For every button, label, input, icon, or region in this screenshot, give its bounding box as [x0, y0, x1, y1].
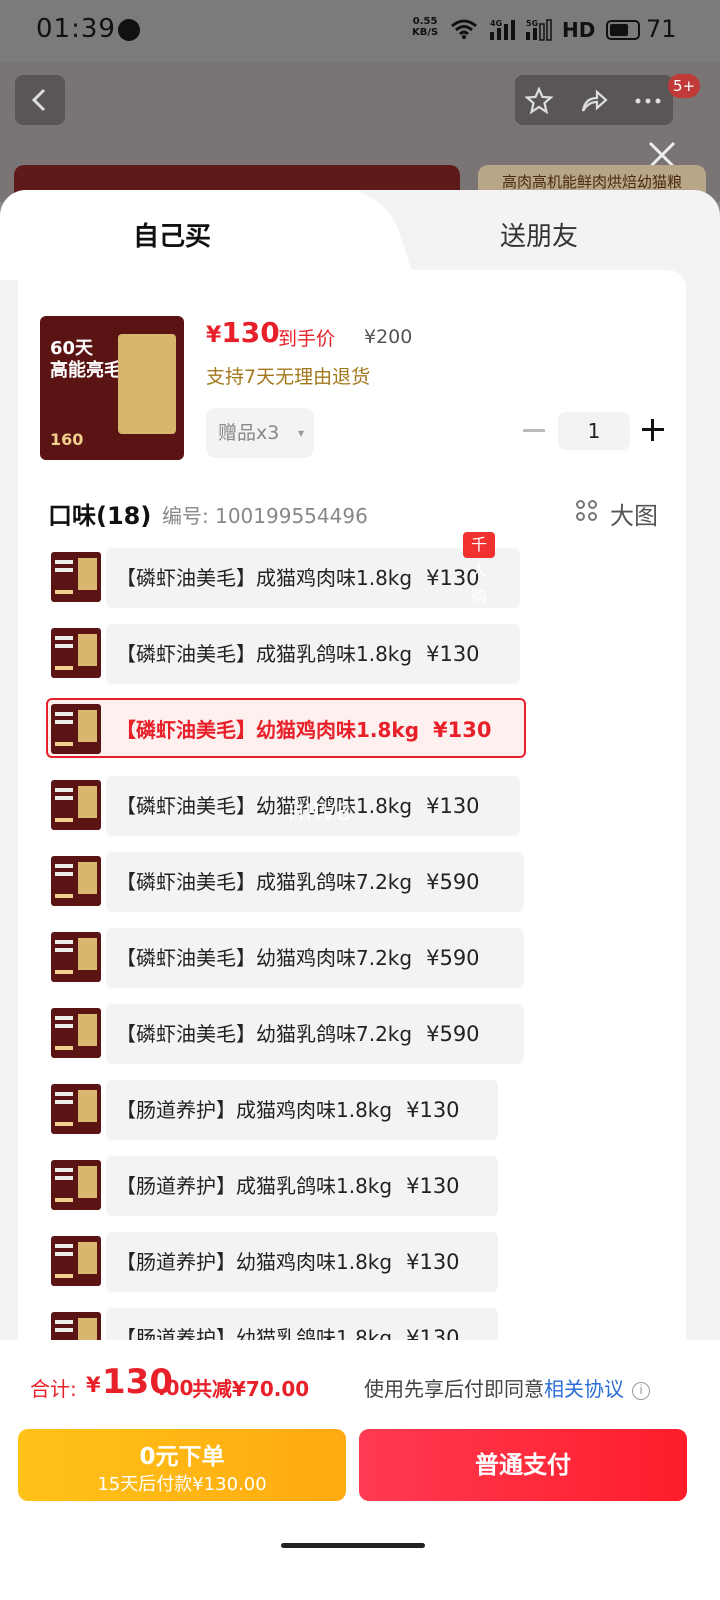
- variant-name: 【磷虾油美毛】幼猫乳鸽味7.2kg: [116, 1022, 413, 1046]
- variant-price: ¥590: [426, 1022, 480, 1046]
- variant-thumbnail: [51, 704, 101, 754]
- sig2-label: 5G: [526, 19, 538, 28]
- variant-pill: 【磷虾油美毛】成猫鸡肉味1.8kg ¥130: [106, 548, 520, 608]
- info-icon[interactable]: i: [632, 1382, 650, 1400]
- wifi-icon: [451, 19, 477, 40]
- final-price-tag: 到手价: [278, 328, 336, 350]
- variant-price: ¥130: [406, 1174, 460, 1198]
- signal-5g-icon: 5G: [526, 19, 552, 41]
- total-currency: ¥: [86, 1373, 101, 1397]
- variant-name: 【磷虾油美毛】成猫乳鸽味1.8kg: [116, 642, 413, 666]
- signal-4g-icon: 4G: [490, 19, 515, 40]
- watermark: HRVB: [288, 801, 353, 826]
- quantity-input[interactable]: 1: [558, 412, 630, 450]
- variant-name: 【磷虾油美毛】幼猫鸡肉味1.8kg: [116, 718, 420, 742]
- status-time: 01:39: [36, 14, 116, 44]
- grid-icon: [576, 500, 598, 522]
- background-product-page: 5+ 高肉高机能鲜肉烘焙幼猫粮: [0, 62, 720, 210]
- agreement-note: 使用先享后付即同意相关协议 i: [364, 1373, 650, 1402]
- price-value: 130: [221, 316, 280, 349]
- pay-now-button[interactable]: 普通支付: [359, 1429, 687, 1501]
- net-speed-value: 0.55: [412, 16, 438, 27]
- variant-thumbnail: [51, 1236, 101, 1286]
- variant-pill: 【磷虾油美毛】幼猫乳鸽味7.2kg ¥590: [106, 1004, 524, 1064]
- variant-thumbnail: [51, 1160, 101, 1210]
- variant-pill: 【磷虾油美毛】成猫乳鸽味1.8kg ¥130: [106, 624, 520, 684]
- variant-price: ¥590: [426, 946, 480, 970]
- variant-thumbnail: [51, 932, 101, 982]
- product-image-text: 60天 高能亮毛: [50, 338, 122, 381]
- refund-policy: 支持7天无理由退货: [206, 366, 371, 388]
- agreement-link[interactable]: 相关协议: [544, 1377, 624, 1401]
- variant-thumbnail: [51, 1084, 101, 1134]
- pay-later-title: 0元下单: [139, 1444, 225, 1470]
- variant-name: 【磷虾油美毛】成猫乳鸽味7.2kg: [116, 870, 413, 894]
- variant-pill: 【磷虾油美毛】幼猫鸡肉味1.8kg ¥130: [106, 700, 520, 760]
- tab-gift-to-friend[interactable]: 送朋友: [500, 216, 578, 253]
- agreement-text: 使用先享后付即同意: [364, 1377, 544, 1401]
- variant-pill: 【肠道养护】成猫乳鸽味1.8kg ¥130: [106, 1156, 498, 1216]
- variant-pill: 【磷虾油美毛】成猫乳鸽味7.2kg ¥590: [106, 852, 524, 912]
- variant-name: 【肠道养护】成猫鸡肉味1.8kg: [116, 1098, 393, 1122]
- sig1-label: 4G: [490, 19, 502, 28]
- variant-price: ¥130: [426, 642, 480, 666]
- home-indicator[interactable]: [281, 1543, 425, 1548]
- net-speed: 0.55 KB/S: [412, 16, 438, 38]
- chevron-down-icon: ▾: [297, 426, 304, 440]
- variant-price: ¥590: [426, 870, 480, 894]
- product-image[interactable]: 60天 高能亮毛 160: [40, 316, 184, 460]
- battery-level: 71: [646, 15, 677, 43]
- variant-thumbnail: [51, 628, 101, 678]
- header-actions: [515, 75, 673, 125]
- quantity-increase-button[interactable]: [642, 417, 668, 443]
- variant-name: 【磷虾油美毛】成猫鸡肉味1.8kg: [116, 566, 413, 590]
- pay-later-button[interactable]: 0元下单 15天后付款¥130.00: [18, 1429, 346, 1501]
- big-picture-label: 大图: [610, 502, 658, 530]
- product-code: 编号: 100199554496: [162, 504, 368, 528]
- share-icon[interactable]: [579, 87, 609, 115]
- variant-name: 【肠道养护】成猫乳鸽味1.8kg: [116, 1174, 393, 1198]
- total-discount: 共减¥70.00: [192, 1377, 310, 1401]
- variant-price: ¥130: [426, 794, 480, 818]
- more-icon[interactable]: [633, 87, 663, 115]
- variant-name: 【磷虾油美毛】幼猫乳鸽味1.8kg: [116, 794, 413, 818]
- net-speed-unit: KB/S: [412, 27, 439, 38]
- variant-price: ¥130: [406, 1098, 460, 1122]
- gift-selector[interactable]: 赠品x3 ▾: [206, 408, 314, 458]
- total-label: 合计:: [30, 1377, 77, 1401]
- status-bar: 01:39 0.55 KB/S 4G 5G HD 71: [0, 0, 720, 62]
- total-decimal: .00: [158, 1376, 194, 1400]
- quantity-decrease-button[interactable]: [523, 429, 545, 432]
- variant-thumbnail: [51, 1008, 101, 1058]
- gift-label: 赠品x3: [218, 422, 280, 444]
- flavor-section-title: 口味(18): [48, 502, 152, 530]
- variant-thumbnail: [51, 856, 101, 906]
- chevron-left-icon: [31, 88, 46, 112]
- notification-dot-icon: [118, 19, 140, 41]
- pay-later-subtitle: 15天后付款¥130.00: [97, 1474, 267, 1495]
- variant-thumbnail: [51, 552, 101, 602]
- variant-pill: 【肠道养护】成猫鸡肉味1.8kg ¥130: [106, 1080, 498, 1140]
- product-image-price: 160: [50, 430, 84, 449]
- popular-badge: 千人购买: [463, 532, 496, 632]
- variant-pill: 【肠道养护】幼猫鸡肉味1.8kg ¥130: [106, 1232, 498, 1292]
- variant-thumbnail: [51, 780, 101, 830]
- back-button[interactable]: [15, 75, 65, 125]
- product-bag-graphic: [118, 334, 176, 434]
- variant-name: 【肠道养护】幼猫鸡肉味1.8kg: [116, 1250, 393, 1274]
- hd-indicator: HD: [562, 18, 596, 42]
- tab-buy-for-self[interactable]: 自己买: [133, 216, 211, 253]
- variant-pill: 【磷虾油美毛】幼猫鸡肉味7.2kg ¥590: [106, 928, 524, 988]
- big-picture-toggle[interactable]: 大图: [576, 496, 658, 531]
- variant-price: ¥130: [433, 718, 492, 742]
- checkout-footer: 合计: ¥ 130 .00 共减¥70.00 使用先享后付即同意相关协议 i 0元…: [0, 1340, 720, 1600]
- battery-icon: [606, 20, 640, 40]
- variant-name: 【磷虾油美毛】幼猫鸡肉味7.2kg: [116, 946, 413, 970]
- final-price: ¥130: [206, 316, 280, 349]
- price-symbol: ¥: [206, 323, 222, 348]
- variant-price: ¥130: [406, 1250, 460, 1274]
- message-count-badge: 5+: [668, 74, 701, 98]
- star-icon[interactable]: [525, 87, 553, 115]
- original-price: ¥200: [364, 326, 413, 348]
